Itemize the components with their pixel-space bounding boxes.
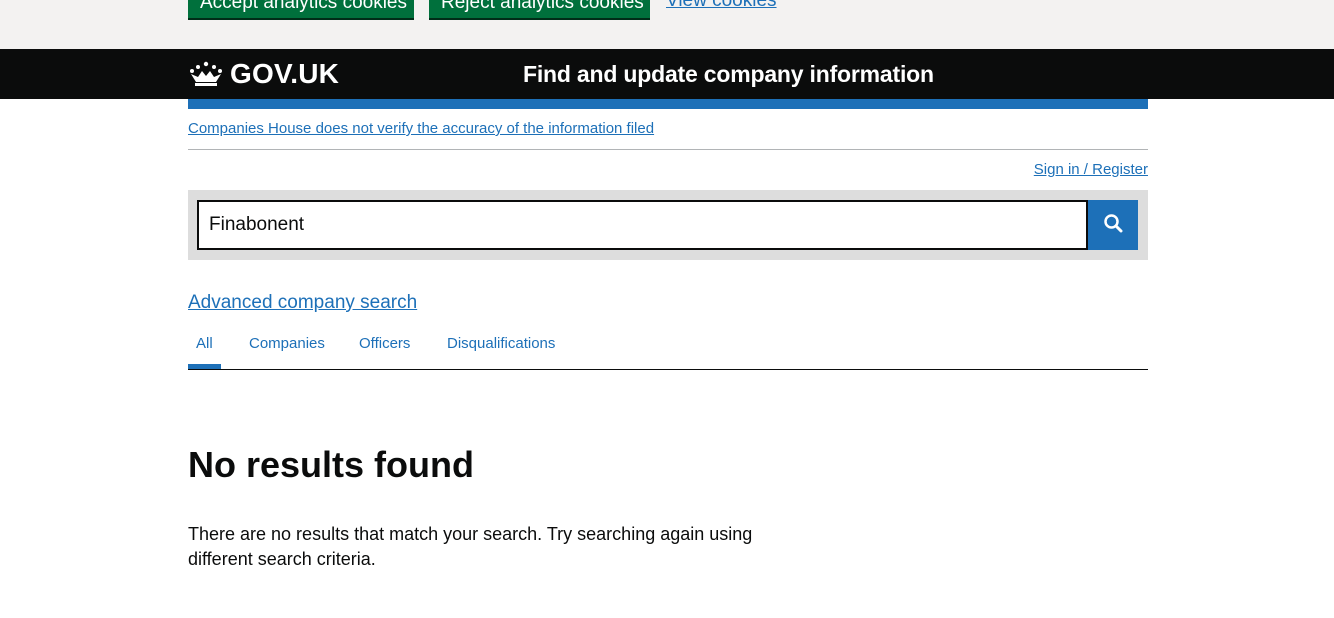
crown-icon: [188, 60, 224, 88]
accept-cookies-button[interactable]: Accept analytics cookies: [188, 0, 414, 18]
search-icon: [1103, 213, 1123, 238]
tab-all[interactable]: All: [188, 330, 221, 369]
tab-companies[interactable]: Companies: [249, 330, 325, 369]
header-blue-bar: [188, 99, 1148, 109]
search-box: Finabonent: [188, 190, 1148, 260]
search-input[interactable]: Finabonent: [197, 200, 1088, 250]
cookie-banner: Accept analytics cookies Reject analytic…: [0, 0, 1334, 49]
logo-text: GOV.UK: [230, 58, 340, 89]
tab-officers[interactable]: Officers: [359, 330, 410, 369]
advanced-search-link[interactable]: Advanced company search: [188, 292, 417, 314]
site-header: GOV.UK Find and update company informati…: [0, 49, 1334, 99]
results-tabs: All Companies Officers Disqualifications: [188, 330, 1148, 370]
tabs-divider: [188, 369, 1148, 370]
search-button[interactable]: [1088, 200, 1138, 250]
view-cookies-link[interactable]: View cookies: [666, 0, 777, 18]
divider: [188, 149, 1148, 150]
disclaimer-link[interactable]: Companies House does not verify the accu…: [188, 120, 654, 138]
service-name-link[interactable]: Find and update company information: [523, 60, 934, 88]
no-results-message: There are no results that match your sea…: [188, 524, 753, 569]
no-results-heading: No results found: [188, 444, 474, 485]
tab-disqualifications[interactable]: Disqualifications: [447, 330, 555, 369]
reject-cookies-button[interactable]: Reject analytics cookies: [429, 0, 650, 18]
govuk-logo-link[interactable]: GOV.UK: [188, 59, 339, 89]
sign-in-register-link[interactable]: Sign in / Register: [1034, 161, 1148, 179]
